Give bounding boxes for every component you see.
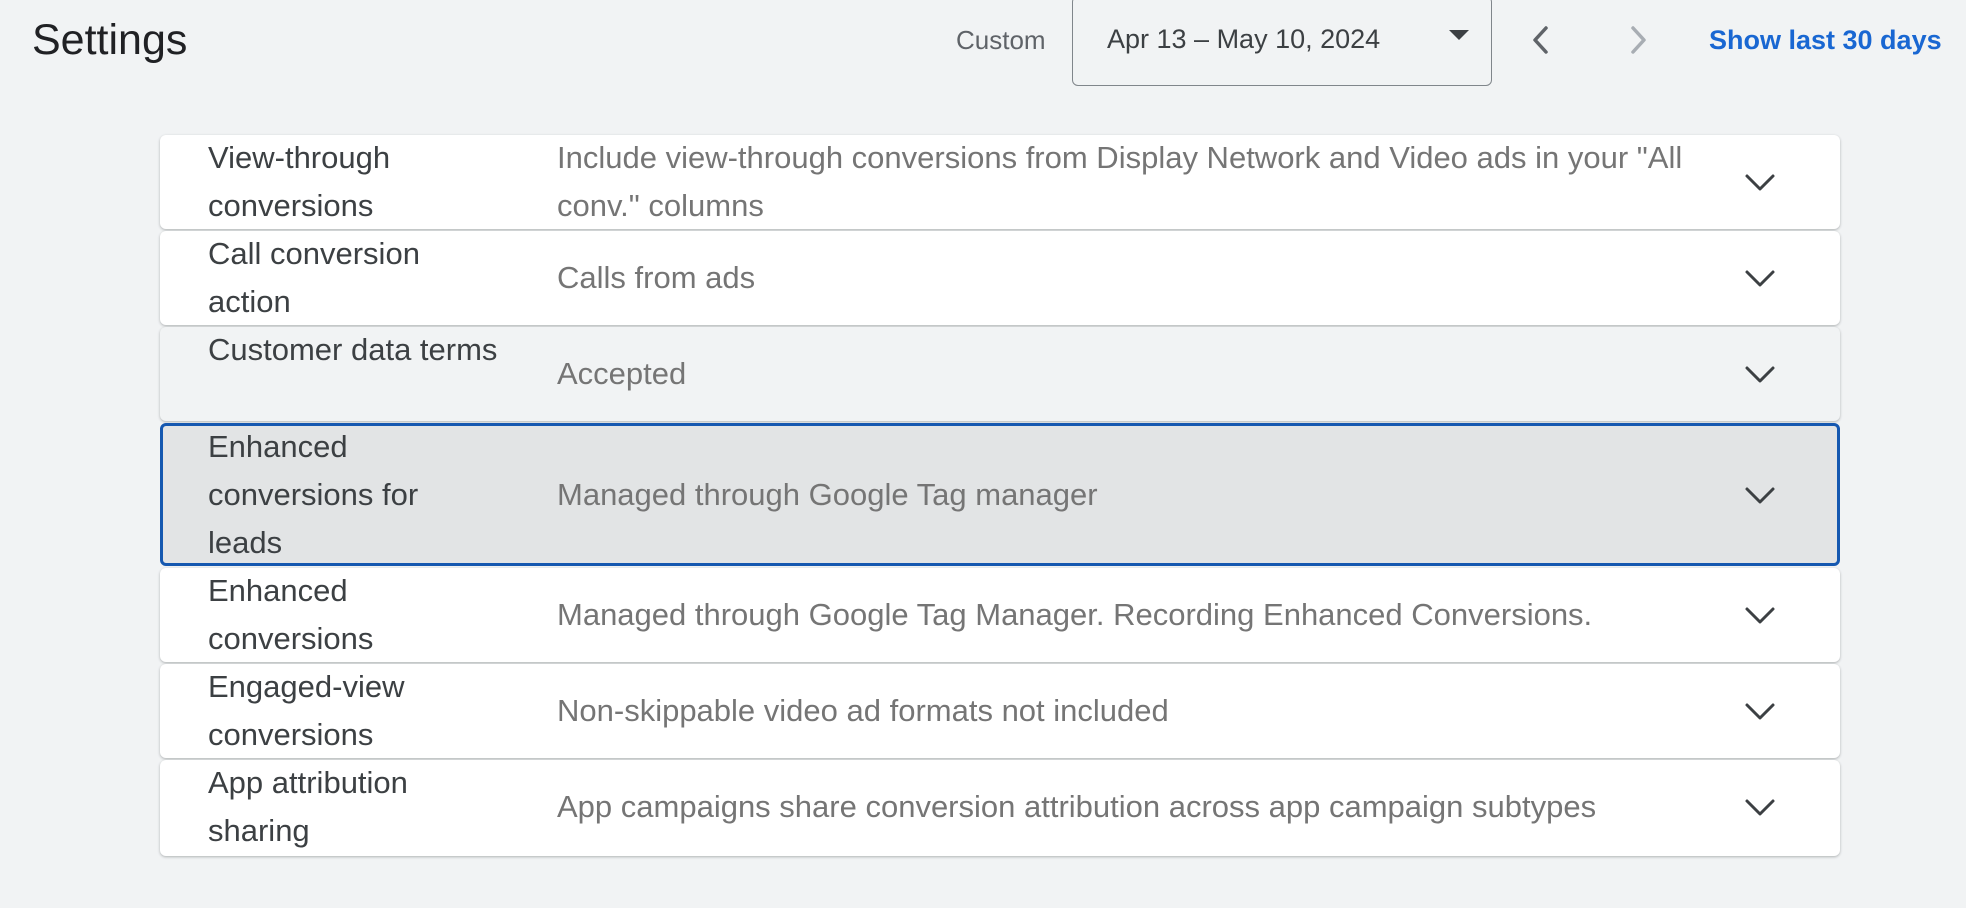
setting-name: Enhanced conversions [208,573,374,656]
settings-list: View-through conversions Include view-th… [160,135,1840,857]
date-range-value: Apr 13 – May 10, 2024 [1107,24,1381,54]
date-range-dropdown[interactable]: Apr 13 – May 10, 2024 [1072,0,1492,86]
setting-name: Call conversion action [208,236,420,319]
setting-name: App attribution sharing [208,765,408,848]
chevron-down-icon [1742,694,1778,730]
setting-row-enhanced-conversions[interactable]: Enhanced conversions Managed through Goo… [160,568,1840,662]
date-range-label: Custom [956,25,1046,55]
chevron-down-icon [1742,478,1778,514]
setting-row-view-through-conversions[interactable]: View-through conversions Include view-th… [160,135,1840,229]
setting-name: Engaged-view conversions [208,669,405,752]
chevron-down-icon [1742,357,1778,393]
setting-value: Managed through Google Tag manager [557,477,1098,512]
setting-value: Non-skippable video ad formats not inclu… [557,693,1169,728]
setting-value: Include view-through conversions from Di… [557,140,1683,223]
caret-down-icon [1449,30,1469,40]
chevron-down-icon [1742,261,1778,297]
setting-value: Managed through Google Tag Manager. Reco… [557,597,1593,632]
chevron-down-icon [1742,790,1778,826]
show-last-30-days-link[interactable]: Show last 30 days [1709,22,1942,58]
setting-row-engaged-view-conversions[interactable]: Engaged-view conversions Non-skippable v… [160,664,1840,758]
setting-name: Enhanced conversions for leads [208,429,419,560]
chevron-down-icon [1742,165,1778,201]
setting-name: Customer data terms [208,332,498,367]
chevron-right-icon [1631,26,1646,54]
setting-row-enhanced-conversions-for-leads[interactable]: Enhanced conversions for leads Managed t… [160,423,1840,566]
next-period-button[interactable] [1615,18,1659,62]
chevron-down-icon [1742,598,1778,634]
page-title: Settings [32,16,188,64]
setting-row-app-attribution-sharing[interactable]: App attribution sharing App campaigns sh… [160,760,1840,856]
chevron-left-icon [1533,26,1548,54]
setting-value: App campaigns share conversion attributi… [557,789,1597,824]
setting-row-customer-data-terms[interactable]: Customer data terms Accepted [160,327,1840,421]
setting-name: View-through conversions [208,140,391,223]
setting-value: Accepted [557,356,687,391]
setting-row-call-conversion-action[interactable]: Call conversion action Calls from ads [160,231,1840,325]
previous-period-button[interactable] [1520,18,1564,62]
setting-value: Calls from ads [557,260,756,295]
